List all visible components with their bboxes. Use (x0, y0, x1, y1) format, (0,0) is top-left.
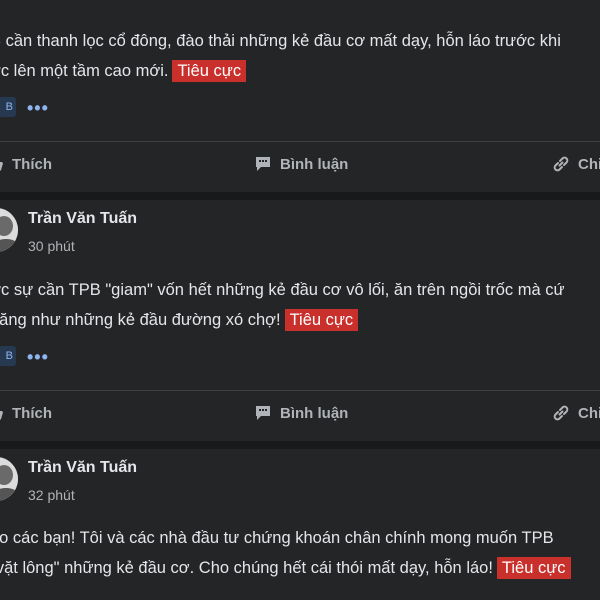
divider (0, 141, 600, 142)
post-text: ao các bạn! Tôi và các nhà đầu tư chứng … (0, 523, 600, 583)
comment-icon (256, 157, 270, 171)
more-options-icon[interactable]: ••• (27, 347, 49, 368)
like-label: Thích (12, 155, 52, 173)
post-text-line: ực sự cần TPB "giam" vốn hết những kẻ đầ… (0, 281, 565, 299)
share-button[interactable]: Chi (552, 404, 600, 422)
post-text: B cần thanh lọc cổ đông, đào thải những … (0, 26, 600, 86)
post-text-line: B cần thanh lọc cổ đông, đào thải những … (0, 32, 561, 50)
sentiment-tag[interactable]: Tiêu cực (172, 60, 247, 82)
link-icon (553, 405, 569, 421)
post-card: B cần thanh lọc cổ đông, đào thải những … (0, 0, 600, 192)
post-text: ực sự cần TPB "giam" vốn hết những kẻ đầ… (0, 275, 600, 335)
post-card: Trần Văn Tuấn 32 phút ao các bạn! Tôi và… (0, 449, 600, 600)
like-icon (0, 162, 3, 171)
divider (0, 390, 600, 391)
avatar[interactable] (0, 457, 18, 501)
page-chip[interactable]: B (0, 97, 16, 117)
author-name[interactable]: Trần Văn Tuấn (28, 210, 137, 228)
like-button[interactable]: Thích (0, 404, 52, 422)
comment-label: Bình luận (280, 155, 349, 173)
share-button[interactable]: Chi (552, 155, 600, 173)
share-label: Chi (578, 155, 600, 173)
like-button[interactable]: Thích (0, 155, 52, 173)
sentiment-tag[interactable]: Tiêu cực (496, 557, 571, 579)
post-card: Trần Văn Tuấn 30 phút ực sự cần TPB "gia… (0, 200, 600, 441)
comment-label: Bình luận (280, 404, 349, 422)
post-text-line: năng như những kẻ đầu đường xó chợ! (0, 311, 281, 329)
comment-button[interactable]: Bình luận (254, 404, 348, 422)
post-time[interactable]: 32 phút (28, 487, 75, 503)
post-time[interactable]: 30 phút (28, 238, 75, 254)
comment-button[interactable]: Bình luận (254, 155, 348, 173)
like-label: Thích (12, 404, 52, 422)
sentiment-tag[interactable]: Tiêu cực (284, 309, 359, 331)
avatar[interactable] (0, 208, 18, 252)
share-label: Chi (578, 404, 600, 422)
author-name[interactable]: Trần Văn Tuấn (28, 459, 137, 477)
post-text-line: "vặt lông" những kẻ đầu cơ. Cho chúng hế… (0, 559, 493, 577)
comment-icon (256, 406, 270, 420)
link-icon (553, 156, 569, 172)
like-icon (0, 411, 3, 420)
more-options-icon[interactable]: ••• (27, 98, 49, 119)
post-text-line: ớc lên một tầm cao mới. (0, 62, 169, 80)
post-text-line: ao các bạn! Tôi và các nhà đầu tư chứng … (0, 529, 554, 547)
page-chip[interactable]: B (0, 346, 16, 366)
